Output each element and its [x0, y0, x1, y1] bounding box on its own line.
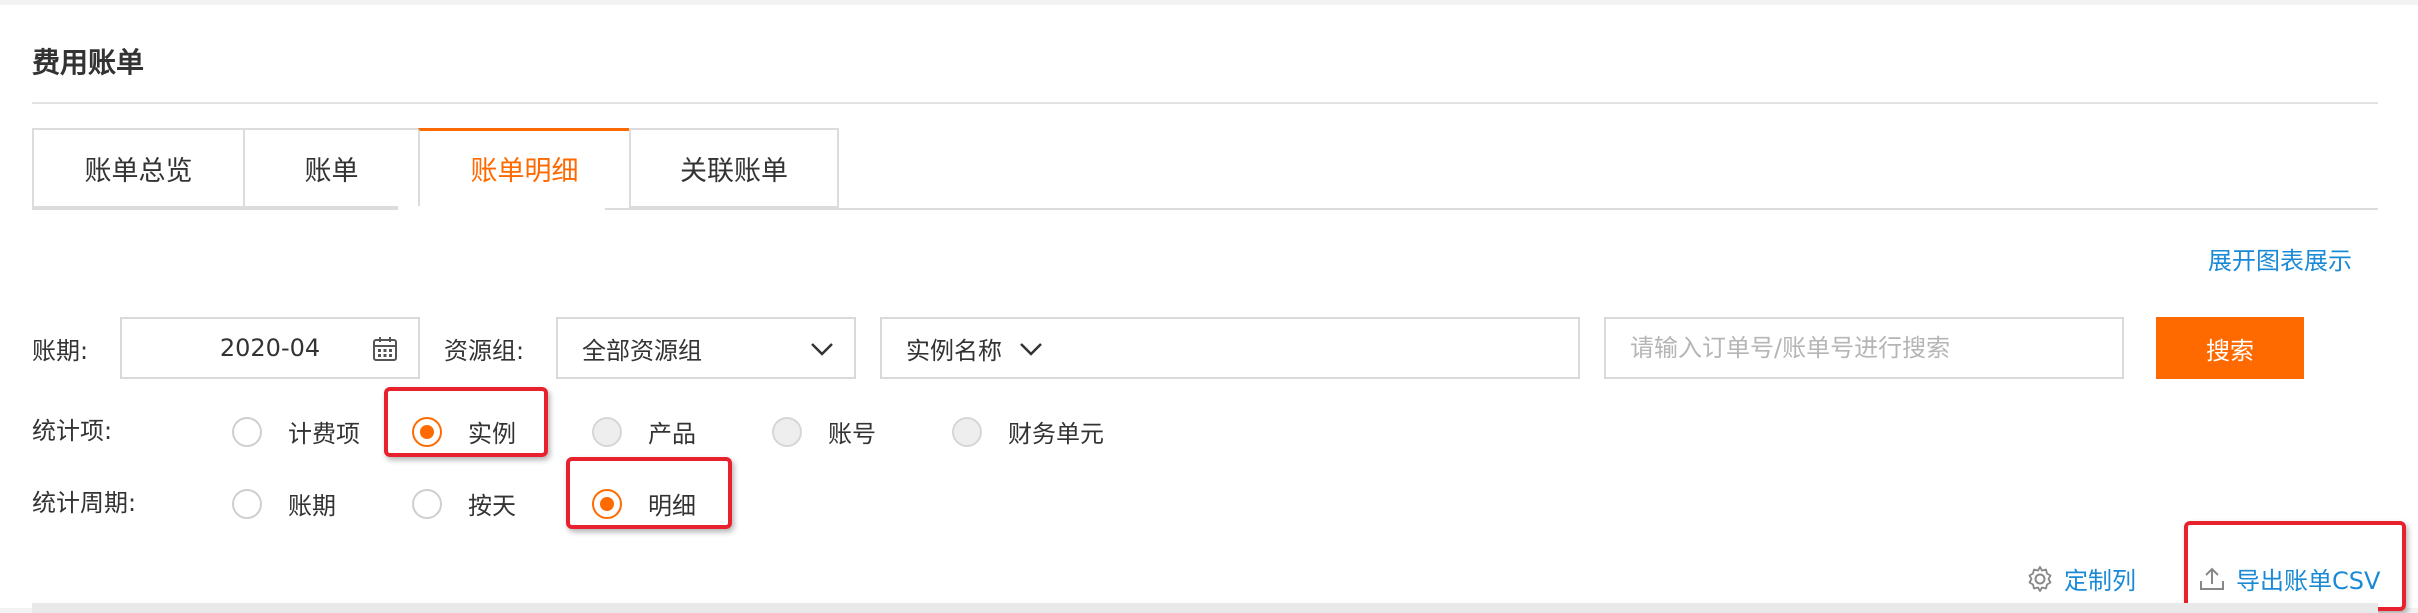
period-label: 账期:	[32, 337, 89, 365]
highlight-box-instance	[384, 387, 548, 457]
stat-item-option-finance-unit[interactable]: 财务单元	[952, 414, 1104, 449]
table-header-edge	[32, 603, 2378, 613]
stat-item-option-product[interactable]: 产品	[592, 414, 696, 449]
stat-period-option-daily[interactable]: 按天	[412, 486, 516, 521]
tab-bill[interactable]: 账单	[243, 128, 418, 208]
radio-label: 产品	[648, 420, 696, 448]
custom-columns-button[interactable]: 定制列	[2026, 561, 2136, 596]
radio-label: 账号	[828, 420, 876, 448]
tabs-divider	[32, 208, 2378, 210]
tab-linked-bill[interactable]: 关联账单	[629, 128, 839, 208]
period-date-picker[interactable]: 2020-04	[120, 317, 420, 379]
highlight-box-detail	[566, 457, 732, 529]
upload-icon	[2200, 567, 2224, 590]
active-tab-gap	[398, 206, 605, 211]
export-csv-label: 导出账单CSV	[2236, 567, 2381, 595]
calendar-icon	[373, 337, 397, 361]
radio-button[interactable]	[772, 416, 802, 447]
radio-button[interactable]	[592, 416, 622, 447]
expand-chart-link[interactable]: 展开图表展示	[2208, 241, 2352, 276]
search-input[interactable]	[1604, 317, 2124, 379]
radio-label: 按天	[468, 492, 516, 520]
resource-group-select[interactable]: 全部资源组	[556, 317, 856, 379]
export-csv-button[interactable]: 导出账单CSV	[2198, 561, 2380, 596]
tab-bill-overview[interactable]: 账单总览	[32, 128, 243, 208]
radio-button[interactable]	[412, 488, 442, 519]
chevron-down-icon	[811, 343, 833, 356]
stat-item-label: 统计项:	[32, 417, 113, 445]
instance-name-field[interactable]: 实例名称	[880, 317, 1580, 379]
gear-icon	[2028, 565, 2052, 592]
radio-label: 计费项	[288, 420, 360, 448]
title-divider	[32, 102, 2378, 104]
search-button[interactable]: 搜索	[2156, 317, 2304, 379]
period-value: 2020-04	[219, 334, 321, 362]
resource-group-label: 资源组:	[444, 337, 525, 365]
stat-period-option-billing-period[interactable]: 账期	[232, 486, 336, 521]
chevron-down-icon	[1020, 343, 1042, 356]
page-title: 费用账单	[32, 46, 145, 79]
radio-label: 财务单元	[1008, 420, 1104, 448]
stat-item-option-billing-item[interactable]: 计费项	[232, 414, 360, 449]
instance-name-dropdown-label: 实例名称	[906, 336, 1002, 365]
radio-label: 账期	[288, 492, 336, 520]
resource-group-value: 全部资源组	[582, 336, 702, 365]
radio-button[interactable]	[232, 416, 262, 447]
custom-columns-label: 定制列	[2064, 567, 2136, 595]
stat-period-label: 统计周期:	[32, 489, 137, 517]
stat-item-option-account[interactable]: 账号	[772, 414, 876, 449]
radio-button[interactable]	[952, 416, 982, 447]
tab-bill-details[interactable]: 账单明细	[418, 128, 629, 208]
billing-page: 费用账单 账单总览 账单 账单明细 关联账单 展开图表展示 账期: 2020-0…	[0, 5, 2418, 613]
radio-button[interactable]	[232, 488, 262, 519]
